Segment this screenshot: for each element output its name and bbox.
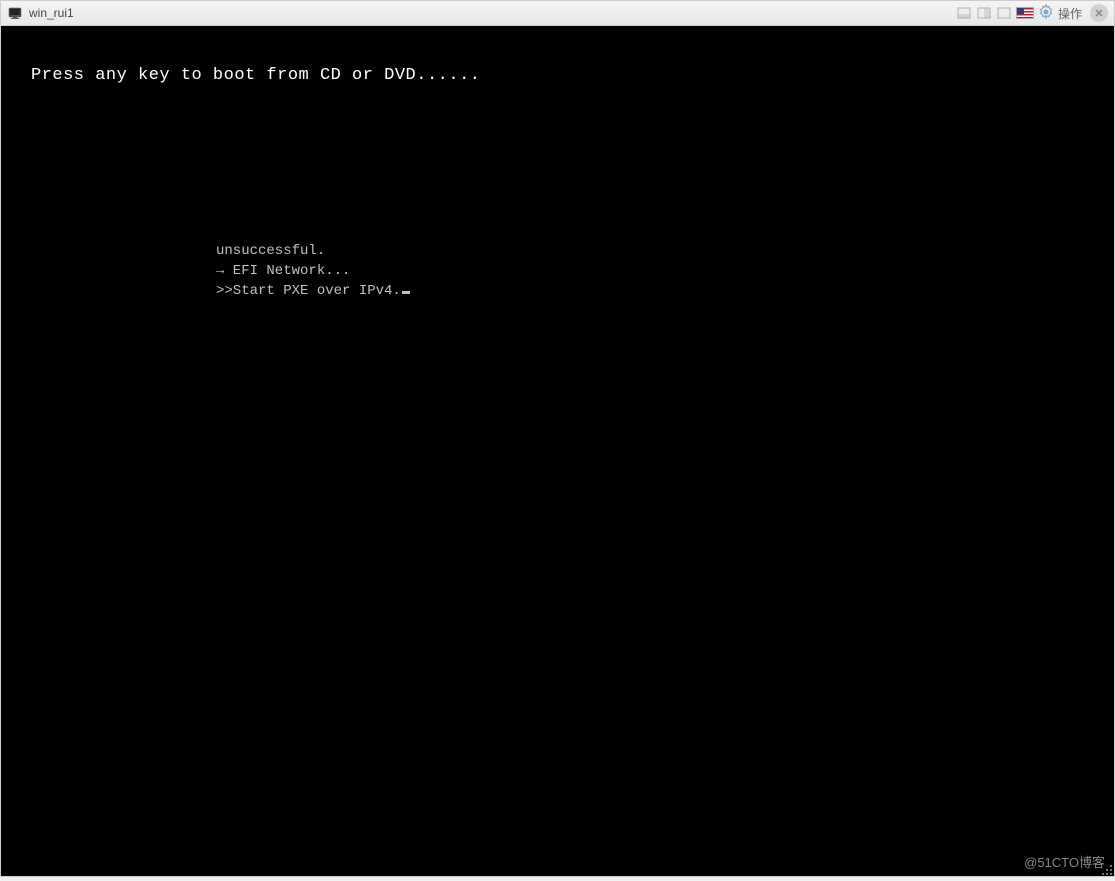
us-flag-icon[interactable] (1016, 7, 1034, 19)
window-control-icon-2[interactable] (976, 6, 992, 20)
status-line-1: unsuccessful. (216, 243, 325, 259)
window-control-icon-3[interactable] (996, 6, 1012, 20)
titlebar-controls: 操作 ✕ (956, 4, 1108, 23)
action-menu-label[interactable]: 操作 (1058, 5, 1082, 22)
resize-grip-icon[interactable] (1101, 863, 1113, 875)
status-line-2: → EFI Network... (216, 263, 350, 279)
window-control-icon-1[interactable] (956, 6, 972, 20)
app-icon (7, 5, 23, 21)
boot-status-block: unsuccessful. → EFI Network... >>Start P… (216, 241, 410, 301)
vm-console-window: win_rui1 (0, 0, 1115, 877)
close-icon[interactable]: ✕ (1090, 4, 1108, 22)
boot-prompt-text: Press any key to boot from CD or DVD....… (31, 66, 480, 85)
window-title: win_rui1 (29, 6, 74, 20)
gear-icon[interactable] (1038, 4, 1054, 23)
titlebar: win_rui1 (1, 1, 1114, 26)
cursor-icon (402, 291, 410, 294)
status-line-3: >>Start PXE over IPv4. (216, 283, 401, 299)
watermark-text: @51CTO博客 (1024, 852, 1105, 871)
console-viewport[interactable]: Press any key to boot from CD or DVD....… (1, 26, 1114, 876)
